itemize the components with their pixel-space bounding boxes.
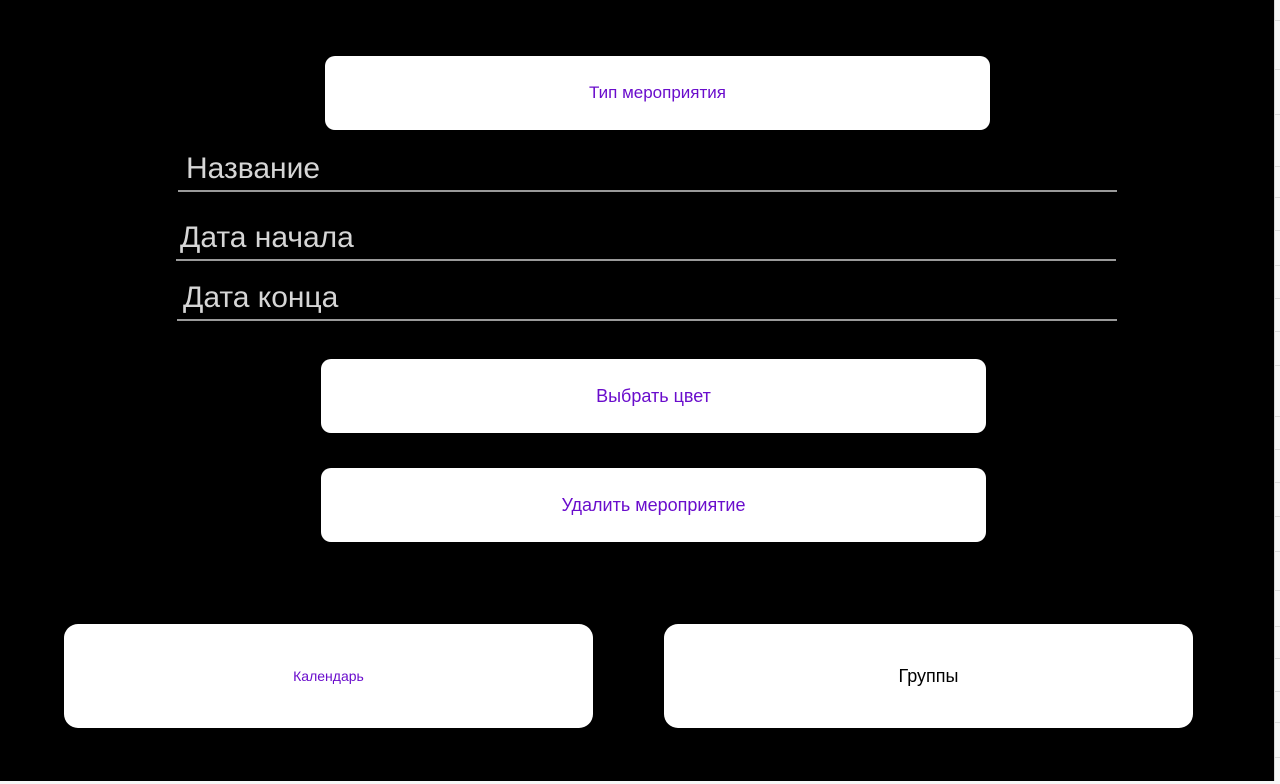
- start-date-input[interactable]: [176, 221, 1120, 255]
- groups-nav-button-label: Группы: [898, 665, 959, 686]
- delete-event-button-label: Удалить мероприятие: [561, 494, 746, 515]
- delete-event-button[interactable]: Удалить мероприятие: [321, 468, 986, 542]
- choose-color-button-label: Выбрать цвет: [596, 385, 711, 406]
- calendar-nav-button-label: Календарь: [293, 668, 364, 684]
- event-name-field-container: [178, 148, 1125, 192]
- calendar-nav-button[interactable]: Календарь: [64, 624, 593, 728]
- start-date-field-container: [176, 210, 1120, 261]
- end-date-input[interactable]: [177, 281, 1123, 315]
- right-edge-strip: [1274, 0, 1280, 784]
- app-screen: Тип мероприятия Выбрать цвет Удалить мер…: [0, 0, 1274, 781]
- groups-nav-button[interactable]: Группы: [664, 624, 1193, 728]
- end-date-field-container: [177, 271, 1123, 321]
- event-name-input[interactable]: [178, 152, 1125, 186]
- event-type-button-label: Тип мероприятия: [589, 83, 726, 102]
- event-type-button[interactable]: Тип мероприятия: [325, 56, 990, 130]
- choose-color-button[interactable]: Выбрать цвет: [321, 359, 986, 433]
